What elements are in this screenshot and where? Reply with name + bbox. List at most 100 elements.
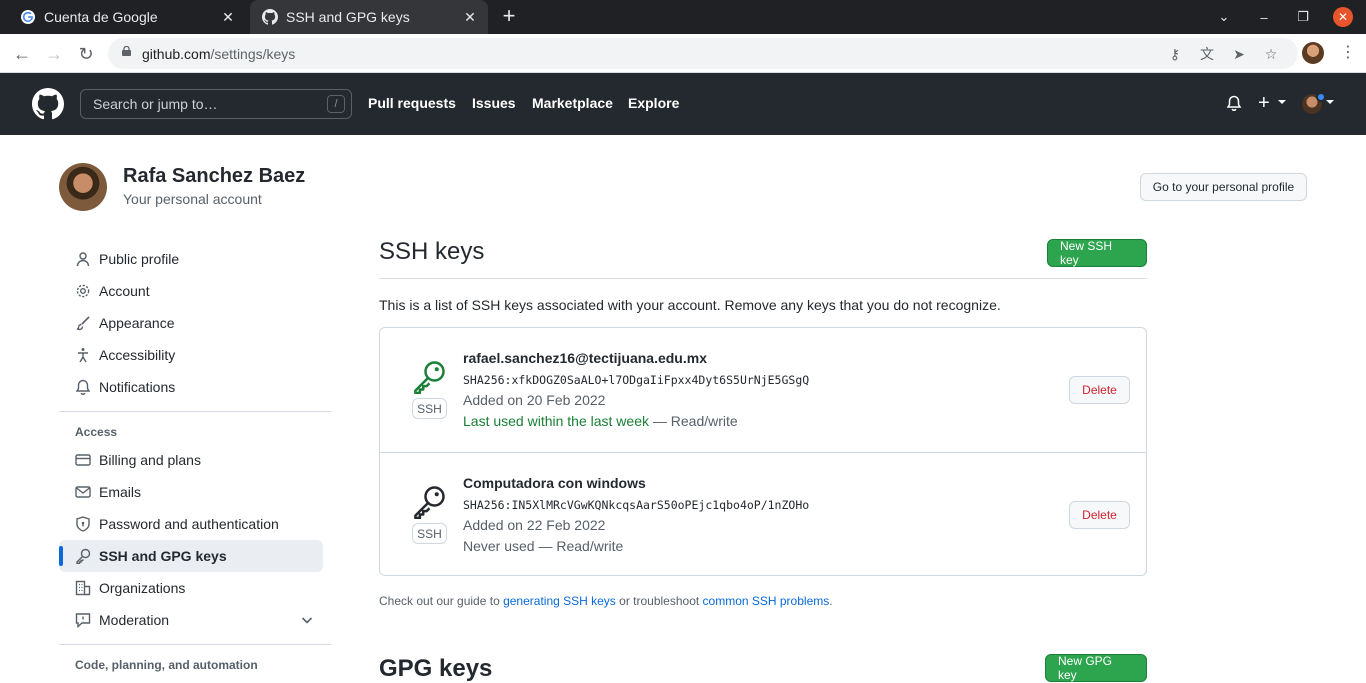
ssh-key-fingerprint: SHA256:IN5XlMRcVGwKQNkcqsAarS50oPEjc1qbo… [463,498,810,512]
search-placeholder: Search or jump to… [93,96,218,112]
generating-ssh-keys-link[interactable]: generating SSH keys [503,594,616,608]
tab-search-icon[interactable]: ⌄ [1214,7,1234,27]
sidebar-item-public-profile[interactable]: Public profile [59,243,331,275]
credit-card-icon [75,452,91,468]
ssh-key-last-used: Never used [463,538,535,554]
address-bar[interactable]: github.com/settings/keys ⚷ 文 ➤ ☆ [108,38,1298,69]
user-avatar[interactable] [59,163,107,211]
sidebar-item-moderation[interactable]: Moderation [59,604,331,636]
ssh-key-added-date: Added on 22 Feb 2022 [463,517,606,533]
close-window-icon[interactable]: ✕ [1333,7,1353,27]
guide-middle: or troubleshoot [615,594,703,608]
chevron-down-icon[interactable] [299,612,315,628]
sidebar-item-account[interactable]: Account [59,275,331,307]
new-ssh-key-button[interactable]: New SSH key [1047,239,1147,267]
tab-google-account[interactable]: Cuenta de Google ✕ [8,0,246,34]
sidebar-heading-access: Access [75,425,118,439]
sidebar-item-label: Account [99,283,150,299]
bell-icon [75,379,91,395]
guide-prefix: Check out our guide to [379,594,504,608]
browser-toolbar: ← → ↻ github.com/settings/keys ⚷ 文 ➤ ☆ ⋮ [0,34,1366,73]
organization-icon [75,580,91,596]
sidebar-item-label: Moderation [99,612,170,628]
sidebar-item-notifications[interactable]: Notifications [59,371,331,403]
sidebar-divider [59,411,331,412]
more-menu-icon[interactable]: ⋮ [1338,42,1358,64]
ssh-intro-text: This is a list of SSH keys associated wi… [379,297,1001,313]
browser-profile-avatar[interactable] [1302,42,1324,64]
mail-icon [75,484,91,500]
search-input[interactable]: Search or jump to… / [80,89,352,119]
github-header: Search or jump to… / Pull requests Issue… [0,73,1366,135]
bookmark-star-icon[interactable]: ☆ [1262,45,1280,63]
ssh-keys-section: SSH keys New SSH key This is a list of S… [379,237,1147,682]
plus-icon[interactable]: + [1258,92,1270,115]
sidebar-item-label: Password and authentication [99,516,279,532]
ssh-key-row: SSH rafael.sanchez16@tectijuana.edu.mx S… [380,328,1146,452]
ssh-key-last-used: Last used within the last week [463,413,649,429]
sidebar-item-password[interactable]: Password and authentication [59,508,331,540]
user-name[interactable]: Rafa Sanchez Baez [123,165,305,188]
common-ssh-problems-link[interactable]: common SSH problems [703,594,830,608]
caret-down-icon[interactable] [1326,100,1334,104]
gear-icon [75,283,91,299]
key-icon [75,548,91,564]
close-tab-icon[interactable]: ✕ [218,7,238,27]
settings-sidebar: Public profile Account Appearance Access… [59,243,331,677]
github-icon [262,9,278,25]
sidebar-item-label: SSH and GPG keys [99,548,227,564]
sidebar-divider [59,644,331,645]
nav-marketplace[interactable]: Marketplace [532,95,613,111]
sidebar-item-label: Billing and plans [99,452,201,468]
close-tab-icon[interactable]: ✕ [460,7,480,27]
google-icon [20,9,36,25]
delete-key-button[interactable]: Delete [1069,376,1130,404]
ssh-keys-title: SSH keys [379,237,1147,279]
minimize-icon[interactable]: – [1254,7,1274,27]
new-tab-button[interactable]: + [498,5,520,28]
key-icon [414,361,445,394]
back-icon[interactable]: ← [10,42,34,66]
sidebar-item-ssh-gpg-keys[interactable]: SSH and GPG keys [59,540,323,572]
sidebar-item-label: Organizations [99,580,186,596]
nav-pull-requests[interactable]: Pull requests [368,95,456,111]
sidebar-item-billing[interactable]: Billing and plans [59,444,331,476]
forward-icon[interactable]: → [42,42,66,66]
reload-icon[interactable]: ↻ [74,42,98,66]
ssh-key-usage: Never used — Read/write [463,538,623,554]
ssh-key-access: — Read/write [649,413,738,429]
gpg-keys-title: GPG keys [379,655,493,682]
ssh-key-access: — Read/write [534,538,624,554]
user-subtitle: Your personal account [123,191,262,207]
sidebar-item-emails[interactable]: Emails [59,476,331,508]
tab-title: SSH and GPG keys [286,9,410,25]
bell-icon[interactable] [1226,95,1242,112]
ssh-badge: SSH [412,523,447,544]
url-path: /settings/keys [210,46,296,62]
status-dot [1316,92,1326,102]
sidebar-item-appearance[interactable]: Appearance [59,307,331,339]
caret-down-icon[interactable] [1278,100,1286,104]
send-icon[interactable]: ➤ [1230,45,1248,63]
go-to-profile-button[interactable]: Go to your personal profile [1140,173,1307,201]
accessibility-icon [75,347,91,363]
new-gpg-key-button[interactable]: New GPG key [1045,654,1147,682]
ssh-key-title: Computadora con windows [463,475,646,491]
ssh-badge: SSH [412,398,447,419]
key-password-icon[interactable]: ⚷ [1166,45,1184,63]
browser-tabstrip: Cuenta de Google ✕ SSH and GPG keys ✕ + … [0,0,1366,34]
tab-ssh-gpg-keys[interactable]: SSH and GPG keys ✕ [250,0,488,34]
url-host: github.com [142,46,211,62]
sidebar-item-accessibility[interactable]: Accessibility [59,339,331,371]
delete-key-button[interactable]: Delete [1069,501,1130,529]
nav-issues[interactable]: Issues [472,95,516,111]
restore-icon[interactable]: ❐ [1293,7,1313,27]
ssh-key-row: SSH Computadora con windows SHA256:IN5Xl… [380,452,1146,576]
sidebar-item-organizations[interactable]: Organizations [59,572,331,604]
ssh-key-added-date: Added on 20 Feb 2022 [463,392,606,408]
nav-explore[interactable]: Explore [628,95,679,111]
sidebar-item-label: Emails [99,484,142,500]
translate-icon[interactable]: 文 [1198,45,1216,63]
github-logo-icon[interactable] [32,88,64,120]
key-icon [414,486,445,519]
